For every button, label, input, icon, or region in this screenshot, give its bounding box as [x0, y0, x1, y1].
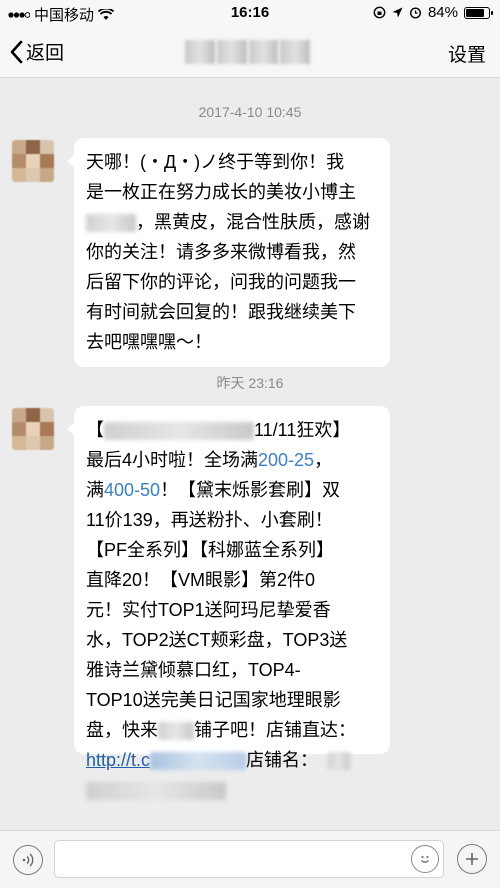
redacted-text: [86, 214, 136, 233]
promo-link[interactable]: 200-25: [258, 450, 314, 470]
shop-url-link[interactable]: http://t.c: [86, 750, 150, 770]
timestamp: 昨天 23:16: [216, 375, 284, 391]
chevron-left-icon: [10, 40, 23, 63]
voice-button[interactable]: [13, 845, 43, 875]
message-line: 水，TOP2送CT颊彩盘，TOP3送: [86, 630, 348, 650]
message-bubble[interactable]: 天哪！(・Д・)ノ终于等到你！我 是一枚正在努力成长的美妆小博主 ，黑黄皮，混合…: [67, 138, 390, 367]
add-button[interactable]: [457, 844, 487, 874]
message-line: 后留下你的评论，问我的问题我一: [86, 272, 356, 292]
message-line: http://t.c 店铺名：: [86, 745, 378, 775]
battery-percent: 84%: [427, 4, 458, 21]
status-bar: 中国移动 16:16 84%: [0, 0, 500, 26]
redacted-text: [158, 722, 194, 741]
message-line: ，黑黄皮，混合性肤质，感谢: [86, 207, 378, 237]
back-label: 返回: [26, 43, 65, 64]
promo-link[interactable]: 400-50: [104, 480, 160, 500]
plus-icon: [466, 853, 478, 865]
avatar[interactable]: [12, 140, 54, 182]
battery-level: [466, 8, 484, 17]
message-line: 直降20！【VM眼影】第2件0: [86, 570, 316, 590]
smiley-icon: [421, 855, 429, 863]
redacted-text: [104, 422, 254, 441]
message-line: 元！实付TOP1送阿玛尼挚爱香: [86, 600, 331, 620]
message-input[interactable]: [54, 840, 444, 878]
voice-icon: [22, 853, 34, 867]
timestamp: 2017-4-10 10:45: [198, 104, 302, 120]
message-line: 11价139，再送粉扑、小套刷！: [86, 510, 333, 530]
message-line: 【PF全系列】【科娜蓝全系列】: [86, 540, 334, 560]
redacted-text: [328, 752, 351, 771]
message-line: 你的关注！请多多来微博看我，然: [86, 242, 356, 262]
orientation-lock-icon: [373, 6, 386, 19]
input-bar: [0, 830, 500, 888]
location-icon: [392, 7, 403, 18]
message-line: [86, 775, 378, 805]
nav-bar: 返回 设置: [0, 26, 500, 78]
message-line: 盘，快来 铺子吧！店铺直达：: [86, 720, 356, 741]
alarm-icon: [409, 7, 421, 19]
message-line: 满400-50！【黛末烁影套刷】双: [86, 480, 341, 500]
status-right: 84%: [373, 4, 493, 21]
message-line: 去吧嘿嘿嘿～！: [86, 332, 212, 352]
message-line: 雅诗兰黛倾慕口红，TOP4-: [86, 660, 301, 680]
redacted-text: [86, 782, 226, 801]
redacted-url[interactable]: [150, 752, 247, 771]
message-bubble[interactable]: 【11/11狂欢】 最后4小时啦！全场满200-25， 满400-50！【黛末烁…: [67, 406, 390, 801]
settings-button[interactable]: 设置: [448, 40, 486, 67]
back-button[interactable]: 返回: [10, 38, 64, 65]
avatar[interactable]: [12, 408, 54, 450]
message-line: 最后4小时啦！全场满200-25，: [86, 450, 333, 470]
emoji-button[interactable]: [411, 845, 439, 873]
message-line: TOP10送完美日记国家地理眼影: [86, 690, 341, 710]
message-line: 【11/11狂欢】: [86, 420, 351, 441]
message-line: 天哪！(・Д・)ノ终于等到你！我: [86, 152, 345, 172]
message-line: 有时间就会回复的！跟我继续美下: [86, 302, 356, 322]
battery-icon: [464, 6, 493, 19]
contact-name-redacted: [185, 40, 310, 64]
message-line: 是一枚正在努力成长的美妆小博主: [86, 182, 356, 202]
